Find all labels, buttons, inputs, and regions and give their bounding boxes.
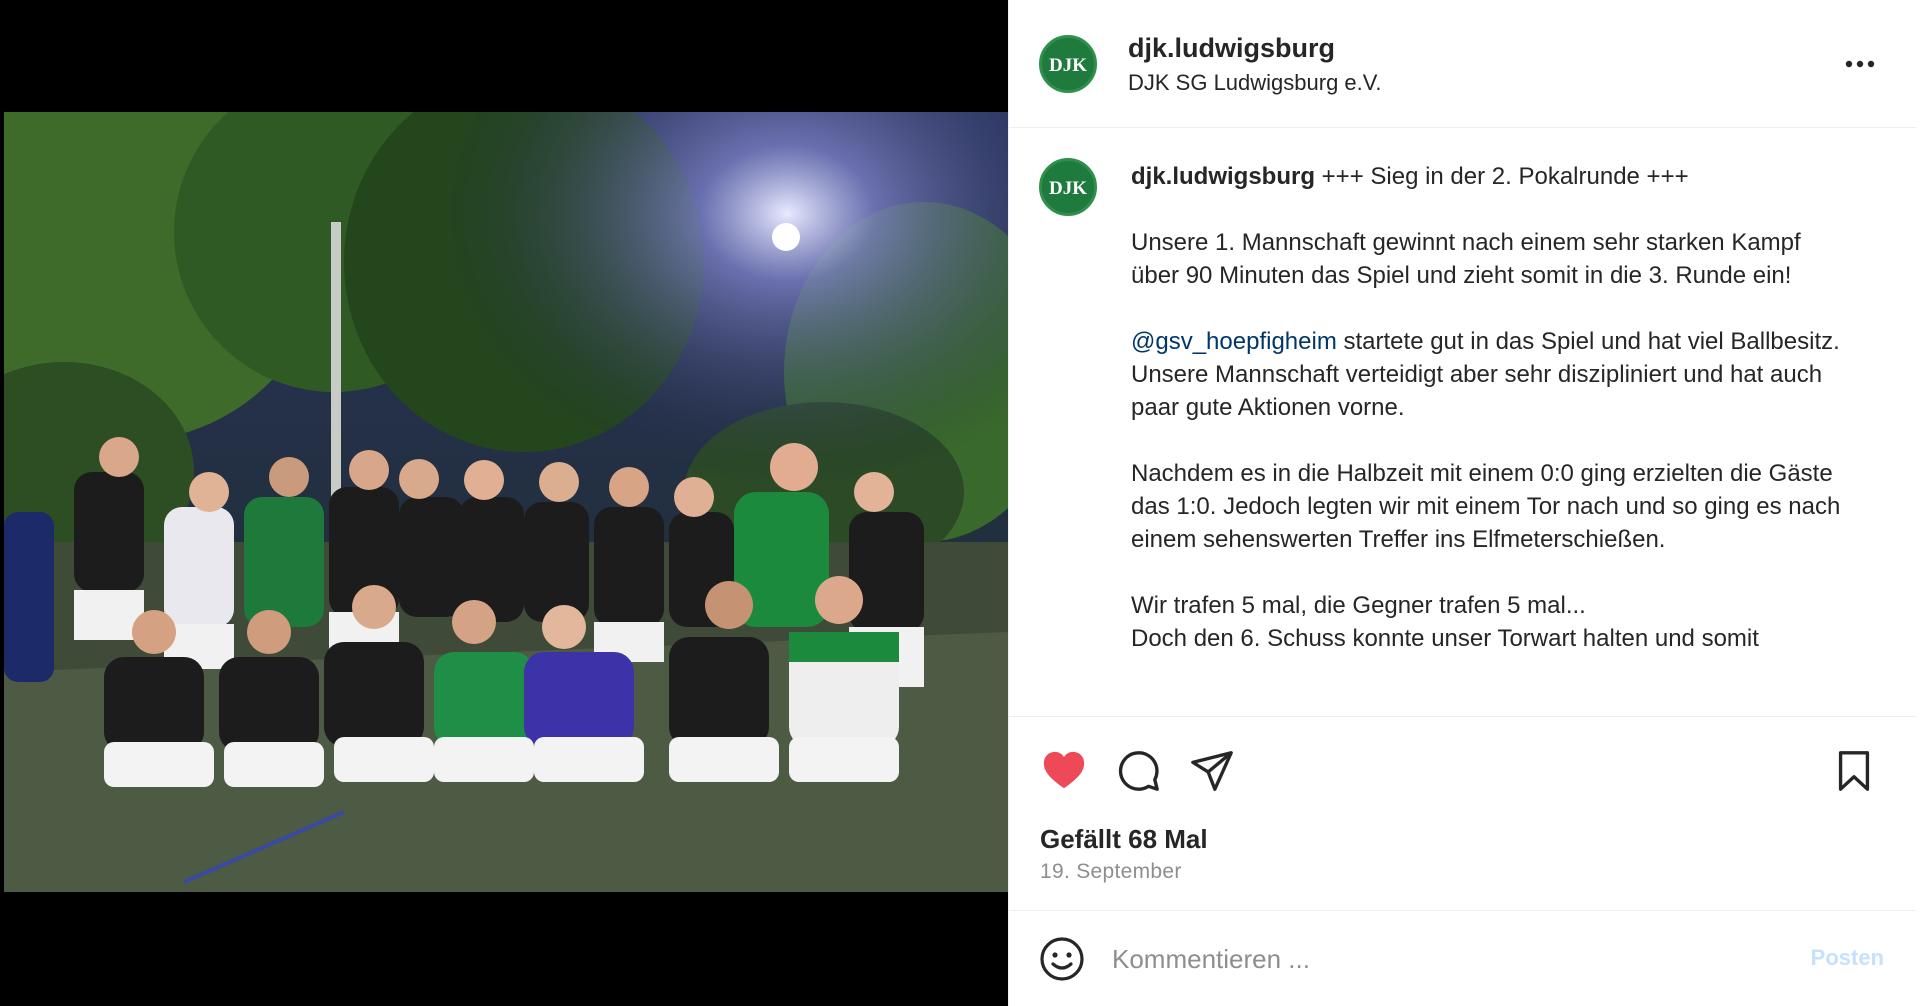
send-icon: [1191, 751, 1233, 791]
comment-input[interactable]: [1112, 935, 1752, 983]
header-username[interactable]: djk.ludwigsburg: [1128, 33, 1335, 64]
like-button[interactable]: [1038, 745, 1090, 797]
post-date: 19. September: [1040, 860, 1182, 883]
avatar[interactable]: DJK: [1039, 35, 1097, 93]
emoji-icon: [1040, 937, 1084, 981]
comment-button[interactable]: [1112, 745, 1164, 797]
post-comment-button[interactable]: Posten: [1811, 945, 1884, 971]
save-button[interactable]: [1828, 745, 1880, 797]
post-actions: Gefällt 68 Mal 19. September: [1009, 716, 1916, 910]
emoji-button[interactable]: [1038, 935, 1086, 983]
djk-logo-icon: DJK: [1046, 42, 1090, 86]
caption-avatar[interactable]: DJK: [1039, 158, 1097, 216]
share-button[interactable]: [1186, 745, 1238, 797]
more-horizontal-icon: [1845, 60, 1875, 68]
post-header: DJK djk.ludwigsburg DJK SG Ludwigsburg e…: [1009, 0, 1916, 128]
caption-username[interactable]: djk.ludwigsburg: [1131, 163, 1315, 190]
caption-area[interactable]: DJK djk.ludwigsburg +++ Sieg in der 2. P…: [1009, 128, 1916, 716]
djk-logo-icon: DJK: [1046, 165, 1090, 209]
likes-count[interactable]: Gefällt 68 Mal: [1040, 824, 1208, 855]
heart-filled-icon: [1043, 751, 1085, 789]
comment-icon: [1118, 751, 1159, 791]
header-subtitle[interactable]: DJK SG Ludwigsburg e.V.: [1128, 70, 1382, 96]
bookmark-icon: [1838, 751, 1870, 791]
logo-text: DJK: [1049, 55, 1087, 76]
comment-bar: Posten: [1009, 910, 1916, 1006]
post-caption: djk.ludwigsburg +++ Sieg in der 2. Pokal…: [1131, 160, 1851, 655]
post-media-viewer: [0, 0, 1008, 1006]
team-photo-illustration: [4, 112, 1008, 892]
logo-text: DJK: [1049, 178, 1087, 199]
caption-mention-link[interactable]: @gsv_hoepfigheim: [1131, 328, 1337, 355]
caption-body: startete gut in das Spiel und hat viel B…: [1131, 328, 1841, 652]
post-side-panel: DJK djk.ludwigsburg DJK SG Ludwigsburg e…: [1008, 0, 1916, 1006]
post-photo[interactable]: [4, 112, 1008, 892]
more-options-button[interactable]: [1840, 46, 1880, 82]
